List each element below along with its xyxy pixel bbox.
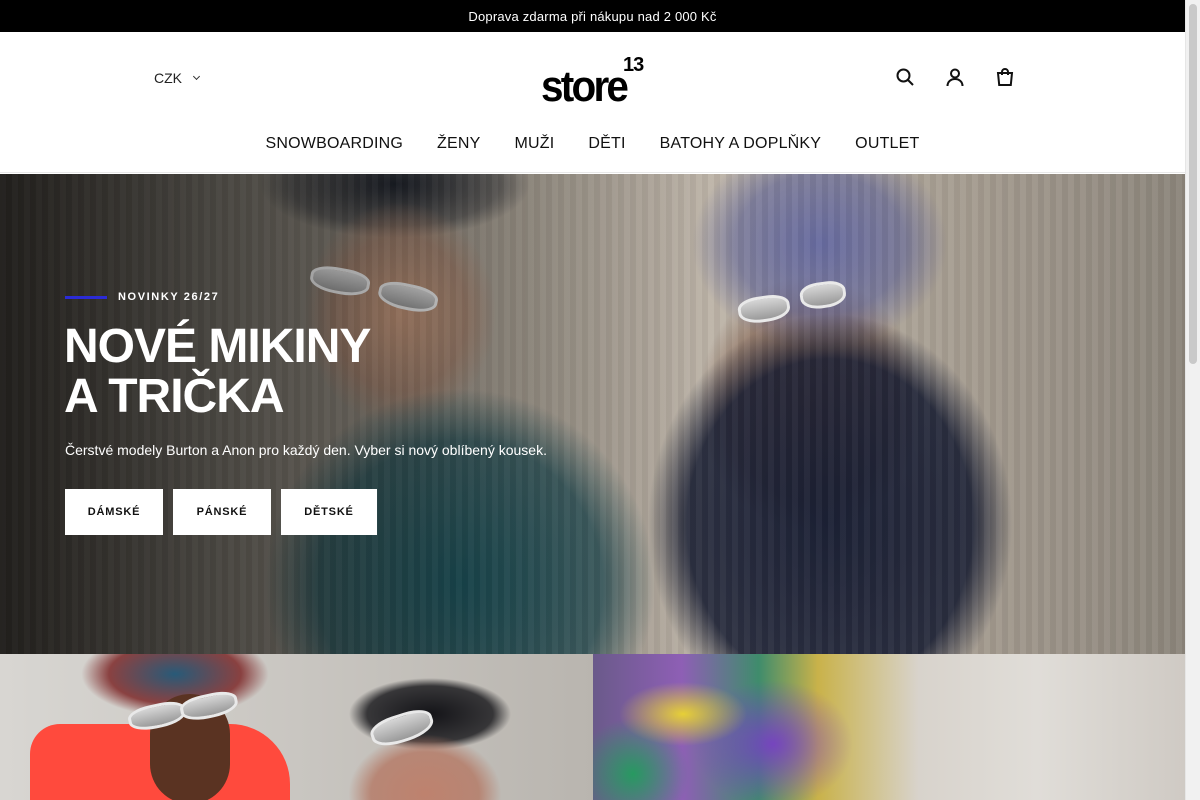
logo-word: store (541, 62, 629, 111)
page-scrollbar[interactable] (1185, 0, 1200, 800)
announcement-bar: Doprava zdarma při nákupu nad 2 000 Kč (0, 0, 1185, 32)
announcement-text: Doprava zdarma při nákupu nad 2 000 Kč (468, 8, 717, 24)
page: Doprava zdarma při nákupu nad 2 000 Kč C… (0, 0, 1185, 800)
nav-item-muzi[interactable]: MUŽI (498, 127, 572, 153)
category-tile-right[interactable] (593, 654, 1185, 800)
tile-image-detail (367, 704, 437, 752)
header-icons (895, 66, 1015, 88)
currency-label: CZK (154, 70, 182, 86)
hero-title-line-2: A TRIČKA (64, 370, 285, 423)
nav-item-outlet[interactable]: OUTLET (838, 127, 936, 153)
category-tiles (0, 654, 1185, 800)
store-logo[interactable]: store 13 (541, 52, 651, 114)
hero-buttons: DÁMSKÉ PÁNSKÉ DĚTSKÉ (65, 489, 377, 535)
hero-eyebrow-text: NOVINKY 26/27 (118, 291, 220, 303)
nav-item-snowboarding[interactable]: SNOWBOARDING (249, 127, 421, 153)
logo-number: 13 (623, 54, 644, 76)
user-icon[interactable] (945, 66, 965, 88)
hero-title-line-1: NOVÉ MIKINY (64, 320, 371, 373)
category-tile-left[interactable] (0, 654, 593, 800)
search-icon[interactable] (895, 66, 915, 88)
accent-line (65, 295, 107, 299)
hero-title: NOVÉ MIKINY A TRIČKA (64, 320, 371, 423)
currency-selector[interactable]: CZK (154, 70, 201, 86)
scrollbar-thumb[interactable] (1189, 4, 1197, 364)
hero-eyebrow: NOVINKY 26/27 (65, 291, 219, 303)
nav-item-zeny[interactable]: ŽENY (420, 127, 497, 153)
hero-subtitle: Čerstvé modely Burton a Anon pro každý d… (65, 442, 547, 458)
cart-icon[interactable] (995, 66, 1015, 88)
damske-button[interactable]: DÁMSKÉ (65, 489, 163, 535)
hero-banner: NOVINKY 26/27 NOVÉ MIKINY A TRIČKA Čerst… (0, 174, 1185, 654)
panske-button[interactable]: PÁNSKÉ (173, 489, 271, 535)
main-nav: SNOWBOARDING ŽENY MUŽI DĚTI BATOHY A DOP… (0, 127, 1185, 173)
nav-item-deti[interactable]: DĚTI (571, 127, 642, 153)
nav-item-batohy[interactable]: BATOHY A DOPLŇKY (643, 127, 839, 153)
site-header: CZK store 13 (0, 32, 1185, 127)
chevron-down-icon (192, 72, 201, 81)
detske-button[interactable]: DĚTSKÉ (281, 489, 377, 535)
